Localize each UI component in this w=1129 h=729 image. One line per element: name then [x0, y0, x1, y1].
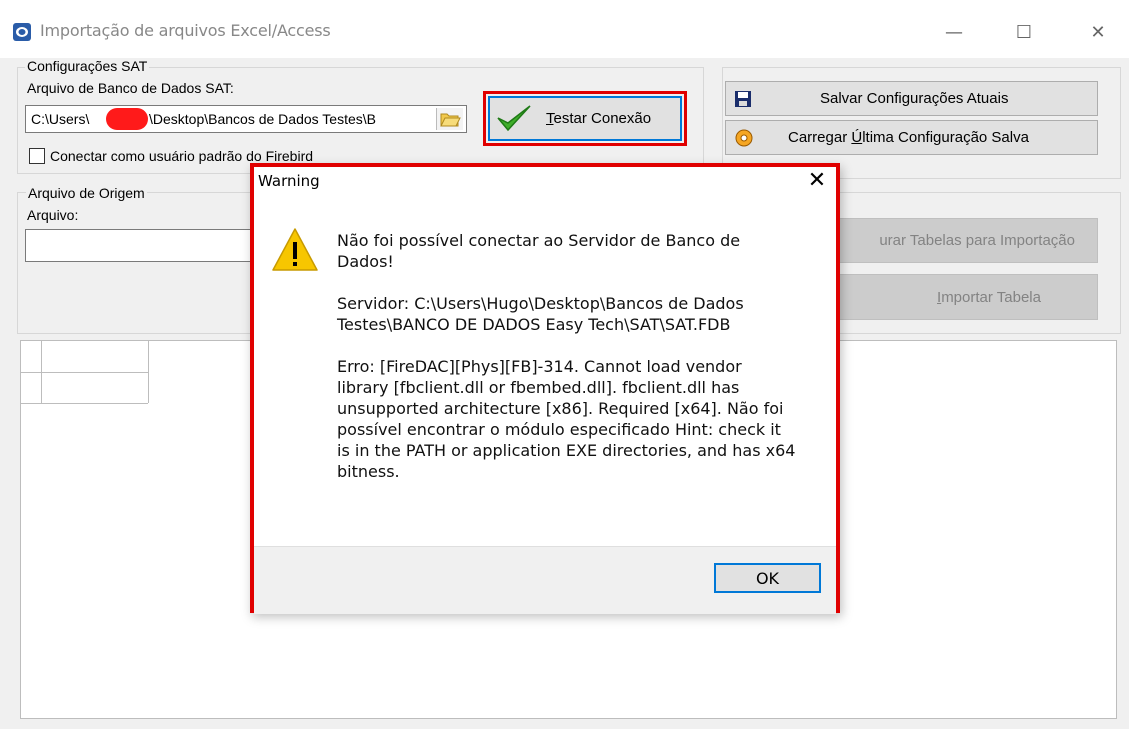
ok-button[interactable]: OK: [714, 563, 821, 593]
test-connection-button[interactable]: Testar Conexão: [488, 96, 682, 141]
sat-config-group-label: Configurações SAT: [25, 58, 150, 74]
close-button[interactable]: ✕: [1076, 18, 1120, 48]
file-label: Arquivo:: [27, 207, 79, 223]
browse-folder-icon[interactable]: [436, 108, 463, 130]
warning-dialog: Warning ✕ Não foi possível conectar ao S…: [250, 163, 840, 614]
firebird-checkbox-label: Conectar como usuário padrão do Firebird: [50, 148, 314, 164]
grid-row-line: [21, 372, 148, 373]
window-title: Importação de arquivos Excel/Access: [40, 21, 331, 40]
origin-group-label: Arquivo de Origem: [26, 185, 147, 201]
message-server: Servidor: C:\Users\Hugo\Desktop\Bancos d…: [337, 294, 744, 334]
title-bar: Importação de arquivos Excel/Access — ☐ …: [0, 0, 1129, 58]
dialog-title: Warning: [258, 172, 320, 190]
redaction-mark: [106, 108, 148, 130]
message-headline: Não foi possível conectar ao Servidor de…: [337, 231, 741, 271]
firebird-checkbox[interactable]: [29, 148, 45, 164]
test-button-hotkey: T: [546, 110, 554, 127]
db-path-start: C:\Users\: [31, 111, 90, 127]
gear-icon: [734, 128, 754, 148]
import-table-label: mportar Tabela: [941, 288, 1041, 306]
dialog-close-button[interactable]: ✕: [802, 167, 832, 195]
save-config-label: Salvar Configurações Atuais: [820, 90, 1009, 107]
db-path-label: Arquivo de Banco de Dados SAT:: [27, 80, 234, 96]
db-path-end: \Desktop\Bancos de Dados Testes\B: [149, 111, 376, 127]
grid-row-line: [21, 403, 148, 404]
db-path-input[interactable]: C:\Users\ \Desktop\Bancos de Dados Teste…: [25, 105, 467, 133]
search-tables-label: urar Tabelas para Importação: [879, 232, 1075, 249]
maximize-button[interactable]: ☐: [1002, 18, 1046, 48]
load-config-hotkey: Ú: [851, 129, 863, 146]
floppy-disk-icon: [734, 90, 752, 108]
app-icon: [12, 22, 32, 42]
load-config-label: ltima Configuração Salva: [862, 129, 1029, 146]
load-config-label-pre: Carregar: [788, 129, 852, 146]
minimize-button[interactable]: —: [932, 18, 976, 48]
dialog-footer: OK: [254, 546, 836, 614]
dialog-message: Não foi possível conectar ao Servidor de…: [337, 230, 797, 503]
test-button-label: estar Conexão: [553, 110, 652, 127]
save-config-button[interactable]: Salvar Configurações Atuais: [725, 81, 1098, 116]
message-error: Erro: [FireDAC][Phys][FB]-314. Cannot lo…: [337, 357, 796, 481]
checkmark-icon: [496, 104, 532, 134]
file-input[interactable]: [25, 229, 265, 262]
load-config-button[interactable]: Carregar Última Configuração Salva: [725, 120, 1098, 155]
warning-icon: [270, 225, 320, 275]
